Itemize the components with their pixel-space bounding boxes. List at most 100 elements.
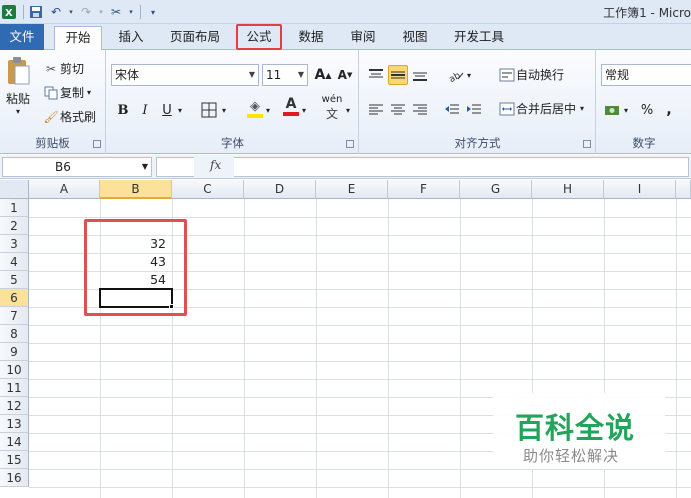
chevron-down-icon: ▼ — [248, 70, 255, 79]
column-header[interactable]: E — [316, 180, 388, 199]
merge-center-button[interactable]: 合并后居中 ▾ — [498, 100, 584, 117]
row-header[interactable]: 16 — [0, 469, 29, 487]
redo-dropdown-icon[interactable]: ▾ — [97, 3, 105, 21]
accounting-format-icon[interactable] — [603, 100, 623, 120]
tab-view[interactable]: 视图 — [394, 26, 436, 50]
tab-home[interactable]: 开始 — [54, 26, 102, 51]
save-icon[interactable] — [27, 3, 45, 21]
undo-dropdown-icon[interactable]: ▾ — [67, 3, 75, 21]
column-header[interactable]: D — [244, 180, 316, 199]
row-header[interactable]: 9 — [0, 343, 29, 361]
copy-dropdown-icon: ▾ — [87, 88, 92, 97]
alignment-launcher-icon[interactable] — [583, 140, 591, 148]
align-top-icon[interactable] — [366, 65, 386, 85]
active-cell-b6[interactable] — [99, 288, 173, 308]
row-header[interactable]: 11 — [0, 379, 29, 397]
tab-file[interactable]: 文件 — [0, 24, 44, 50]
column-header[interactable]: H — [532, 180, 604, 199]
row-header[interactable]: 13 — [0, 415, 29, 433]
formula-input[interactable] — [156, 157, 689, 177]
orientation-icon[interactable]: ab — [446, 65, 466, 85]
tab-insert[interactable]: 插入 — [110, 26, 152, 50]
fill-color-dropdown-icon[interactable]: ▾ — [263, 100, 273, 120]
format-painter-button[interactable]: 🖌 格式刷 — [42, 108, 96, 125]
tab-developer[interactable]: 开发工具 — [446, 26, 512, 50]
tab-review[interactable]: 审阅 — [342, 26, 384, 50]
accounting-dropdown-icon[interactable]: ▾ — [621, 100, 631, 120]
phonetic-dropdown-icon[interactable]: ▾ — [343, 100, 353, 120]
merge-dropdown-icon: ▾ — [580, 104, 585, 113]
gridline — [29, 325, 691, 326]
row-header[interactable]: 8 — [0, 325, 29, 343]
bold-button[interactable]: B — [113, 100, 133, 120]
row-header[interactable]: 2 — [0, 217, 29, 235]
undo-icon[interactable]: ↶ — [47, 3, 65, 21]
redo-icon[interactable]: ↷ — [77, 3, 95, 21]
wrap-text-button[interactable]: 自动换行 — [498, 66, 564, 83]
decrease-indent-icon[interactable] — [442, 100, 462, 120]
orientation-dropdown-icon[interactable]: ▾ — [464, 65, 474, 85]
row-header[interactable]: 7 — [0, 307, 29, 325]
customize-qat-icon[interactable]: ▾ — [144, 3, 162, 21]
paste-icon — [5, 56, 31, 86]
clipboard-launcher-icon[interactable] — [93, 140, 101, 148]
column-header[interactable]: G — [460, 180, 532, 199]
row-header[interactable]: 12 — [0, 397, 29, 415]
tools-dropdown-icon[interactable]: ▾ — [127, 3, 135, 21]
tab-data[interactable]: 数据 — [290, 26, 332, 50]
cut-button[interactable]: ✂ 剪切 — [42, 60, 84, 77]
borders-icon[interactable] — [199, 100, 219, 120]
font-color-button[interactable]: A — [281, 96, 301, 116]
insert-function-icon[interactable]: fx — [210, 158, 221, 172]
excel-logo-icon[interactable]: X — [0, 3, 18, 21]
borders-dropdown-icon[interactable]: ▾ — [219, 100, 229, 120]
column-header[interactable] — [676, 180, 691, 199]
font-size-dropdown[interactable]: 11 ▼ — [262, 64, 308, 86]
phonetic-button[interactable]: wén 文 — [319, 94, 345, 121]
comma-button[interactable]: , — [659, 100, 679, 120]
row-header[interactable]: 14 — [0, 433, 29, 451]
column-header[interactable]: B — [100, 180, 172, 199]
align-right-icon[interactable] — [410, 100, 430, 120]
tab-page-layout[interactable]: 页面布局 — [162, 26, 228, 50]
align-middle-icon[interactable] — [388, 65, 408, 85]
tools-icon[interactable]: ✂ — [107, 3, 125, 21]
underline-button[interactable]: U — [157, 100, 177, 120]
column-header[interactable]: F — [388, 180, 460, 199]
fill-color-button[interactable]: ◈ — [245, 98, 265, 118]
ribbon-tabs: 文件 开始 插入 页面布局 公式 数据 审阅 视图 开发工具 — [0, 24, 691, 51]
number-format-dropdown[interactable]: 常规 — [601, 64, 691, 86]
row-header[interactable]: 3 — [0, 235, 29, 253]
percent-button[interactable]: % — [637, 100, 657, 120]
underline-dropdown-icon[interactable]: ▾ — [175, 100, 185, 120]
fill-handle[interactable] — [169, 304, 174, 309]
column-header[interactable]: A — [29, 180, 100, 199]
qat-separator — [23, 5, 24, 19]
name-box[interactable]: B6 ▼ — [2, 157, 152, 177]
select-all-corner[interactable] — [0, 180, 29, 199]
gridline — [388, 199, 389, 498]
paste-button[interactable]: 粘贴 ▾ — [3, 56, 33, 116]
increase-indent-icon[interactable] — [464, 100, 484, 120]
align-bottom-icon[interactable] — [410, 65, 430, 85]
grow-font-button[interactable]: A ▲ — [313, 65, 333, 85]
font-color-dropdown-icon[interactable]: ▾ — [299, 100, 309, 120]
row-header[interactable]: 1 — [0, 199, 29, 217]
row-header[interactable]: 4 — [0, 253, 29, 271]
row-header[interactable]: 15 — [0, 451, 29, 469]
font-name-dropdown[interactable]: 宋体 ▼ — [111, 64, 259, 86]
copy-button[interactable]: 复制 ▾ — [42, 84, 91, 101]
row-header[interactable]: 5 — [0, 271, 29, 289]
tab-formulas[interactable]: 公式 — [236, 24, 282, 50]
row-header[interactable]: 10 — [0, 361, 29, 379]
italic-button[interactable]: I — [135, 100, 155, 120]
font-launcher-icon[interactable] — [346, 140, 354, 148]
column-header[interactable]: I — [604, 180, 676, 199]
row-header[interactable]: 6 — [0, 289, 29, 307]
align-center-icon[interactable] — [388, 100, 408, 120]
phonetic-label: wén — [321, 94, 343, 105]
column-header[interactable]: C — [172, 180, 244, 199]
gridline — [29, 469, 691, 470]
align-left-icon[interactable] — [366, 100, 386, 120]
shrink-font-button[interactable]: A ▼ — [335, 65, 355, 85]
